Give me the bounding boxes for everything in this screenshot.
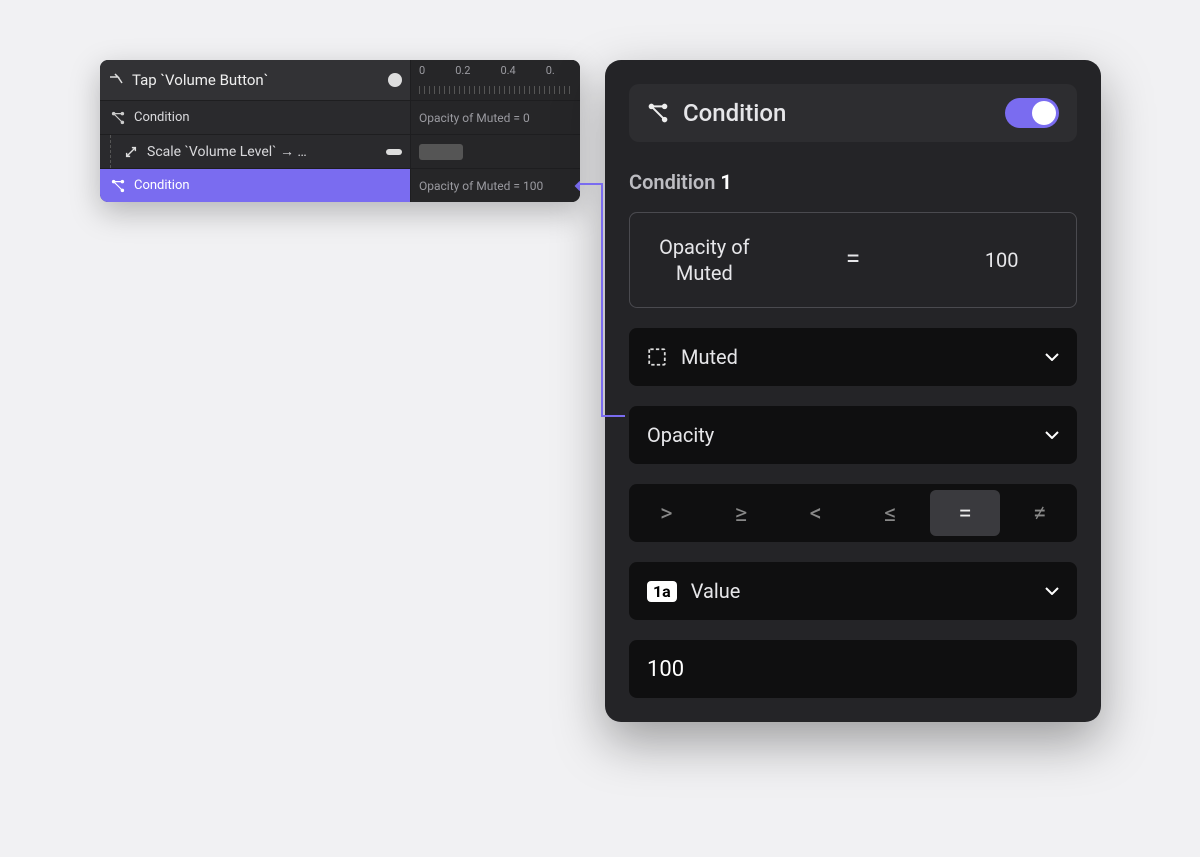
ruler-label: 0.2 <box>455 64 470 77</box>
layer-icon <box>647 347 667 367</box>
operator-eq[interactable]: = <box>930 490 1001 536</box>
condition-enabled-toggle[interactable] <box>1005 98 1059 128</box>
ruler-label: 0.4 <box>500 64 515 77</box>
operator-lte[interactable]: ≤ <box>855 490 926 536</box>
section-label: Condition 1 <box>629 170 1077 194</box>
operator-lt[interactable]: < <box>780 490 851 536</box>
timeline-row-label: Scale `Volume Level` → … <box>147 143 307 160</box>
timeline-row-condition[interactable]: Condition Opacity of Muted = 0 <box>100 100 580 134</box>
value-badge: 1a <box>647 581 677 602</box>
indent-indicator <box>110 135 111 168</box>
panel-title: Condition <box>683 99 786 127</box>
keyframe-diamond-icon <box>575 181 580 191</box>
condition-expression: Opacity of Muted = 100 <box>629 212 1077 308</box>
timeline-ruler[interactable]: 0 0.2 0.4 0. <box>410 60 580 100</box>
timeline-row-label: Condition <box>134 110 190 125</box>
operator-selector: > ≥ < ≤ = ≠ <box>629 484 1077 542</box>
property-dropdown-value: Opacity <box>647 423 714 447</box>
timeline-row-label: Condition <box>134 178 190 193</box>
tap-icon <box>108 72 124 88</box>
value-type-dropdown[interactable]: 1a Value <box>629 562 1077 620</box>
chevron-down-icon <box>1045 353 1059 361</box>
expression-property: Opacity of Muted <box>630 213 779 307</box>
timeline-panel: Tap `Volume Button` 0 0.2 0.4 0. Conditi… <box>100 60 580 202</box>
ruler-label: 0. <box>546 64 555 77</box>
timeline-header-row[interactable]: Tap `Volume Button` 0 0.2 0.4 0. <box>100 60 580 100</box>
record-icon[interactable] <box>388 73 402 87</box>
collapse-icon[interactable] <box>386 149 402 155</box>
property-dropdown[interactable]: Opacity <box>629 406 1077 464</box>
timeline-row-detail: Opacity of Muted = 100 <box>419 179 543 193</box>
layer-dropdown-value: Muted <box>681 345 738 369</box>
condition-icon <box>647 102 669 124</box>
timeline-header-label: Tap `Volume Button` <box>132 71 268 89</box>
chevron-down-icon <box>1045 587 1059 595</box>
operator-gte[interactable]: ≥ <box>706 490 777 536</box>
operator-gt[interactable]: > <box>631 490 702 536</box>
ruler-label: 0 <box>419 64 425 77</box>
timeline-row-condition-active[interactable]: Condition Opacity of Muted = 100 <box>100 168 580 202</box>
operator-neq[interactable]: ≠ <box>1004 490 1075 536</box>
timeline-row-detail: Opacity of Muted = 0 <box>419 111 530 125</box>
timeline-bar[interactable] <box>419 144 463 160</box>
timeline-row-scale[interactable]: Scale `Volume Level` → … <box>100 134 580 168</box>
value-type-label: Value <box>691 579 741 603</box>
expression-value: 100 <box>927 213 1076 307</box>
expression-operator: = <box>779 213 928 307</box>
panel-header: Condition <box>629 84 1077 142</box>
chevron-down-icon <box>1045 431 1059 439</box>
condition-detail-panel: Condition Condition 1 Opacity of Muted =… <box>605 60 1101 722</box>
scale-icon <box>123 144 139 160</box>
condition-icon <box>110 178 126 194</box>
condition-icon <box>110 110 126 126</box>
layer-dropdown[interactable]: Muted <box>629 328 1077 386</box>
value-input[interactable]: 100 <box>629 640 1077 698</box>
